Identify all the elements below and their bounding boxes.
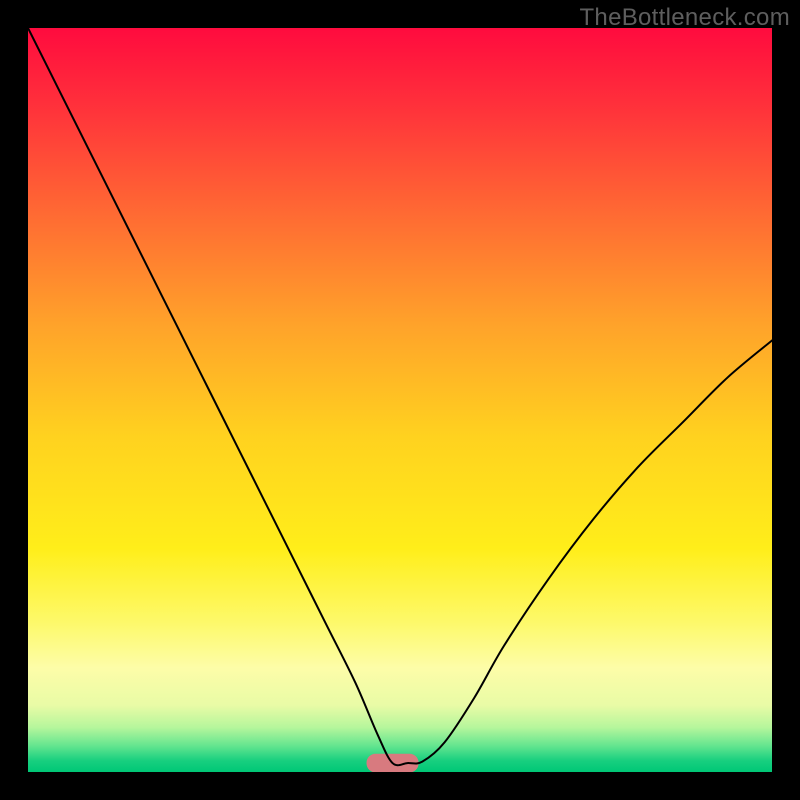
chart-svg — [28, 28, 772, 772]
chart-background — [28, 28, 772, 772]
chart-frame: TheBottleneck.com — [0, 0, 800, 800]
plot-area — [28, 28, 772, 772]
watermark-text: TheBottleneck.com — [579, 4, 790, 32]
